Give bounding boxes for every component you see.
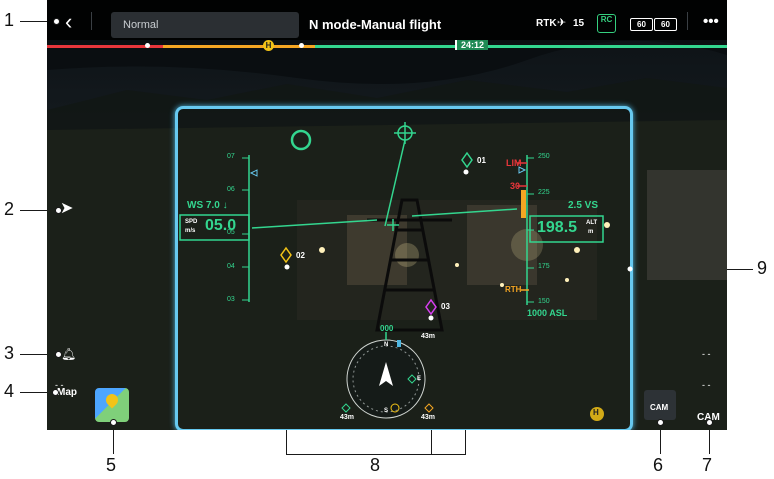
speed-label-bottom: m/s — [185, 228, 196, 234]
callout-7: 7 — [702, 455, 713, 475]
distance-right: 43m — [421, 414, 436, 421]
distance-left: 43m — [340, 414, 355, 421]
left-tick-04: 04 — [227, 263, 235, 270]
home-badge: H — [593, 408, 599, 417]
callout-3-dot — [55, 351, 62, 358]
vertical-speed: 2.5 VS — [568, 200, 599, 211]
left-tick-06: 06 — [227, 186, 235, 193]
compass-north: N — [384, 342, 389, 348]
altitude-value: 198.5 — [537, 219, 578, 236]
compass-east: E — [417, 376, 422, 382]
asl-altitude: 1000 ASL — [527, 308, 568, 318]
waypoint-02-label[interactable]: 02 — [296, 251, 305, 260]
callout-1: 1 — [4, 10, 15, 30]
right-tick-175: 175 — [538, 263, 550, 270]
altitude-label-bottom: m — [588, 229, 594, 235]
hud-overlay — [179, 122, 633, 421]
altitude-label-top: ALT — [586, 220, 598, 226]
left-tick-07: 07 — [227, 153, 235, 160]
rth-label: RTH — [505, 285, 522, 294]
left-tick-03: 03 — [227, 296, 235, 303]
lim-label: LIM — [506, 158, 522, 168]
callout-2-dot — [55, 207, 62, 214]
callout-5: 5 — [106, 455, 117, 475]
camera-view[interactable]: ‹ Normal N mode-Manual flight RTK ✈ 15 R… — [47, 0, 727, 430]
distance-top: 43m — [421, 333, 436, 340]
waypoint-01-label[interactable]: 01 — [477, 156, 486, 165]
heading-value: 000 — [380, 324, 394, 333]
callout-8-line-h — [286, 454, 466, 455]
speed-label-top: SPD — [185, 219, 198, 225]
right-tick-150: 150 — [538, 298, 550, 305]
callout-6: 6 — [653, 455, 664, 475]
compass-south: S — [384, 408, 389, 414]
callout-6-dot — [657, 419, 664, 426]
speed-value: 05.0 — [205, 217, 237, 234]
right-marker-30: 30 — [510, 181, 521, 191]
callout-1-dot — [53, 18, 60, 25]
callout-7-dot — [706, 419, 713, 426]
wind-speed: WS 7.0 ↓ — [187, 200, 228, 211]
callout-3: 3 — [4, 343, 15, 363]
callout-4: 4 — [4, 381, 15, 401]
callout-8: 8 — [370, 455, 381, 475]
waypoint-03-label[interactable]: 03 — [441, 302, 450, 311]
right-tick-225: 225 — [538, 189, 550, 196]
callout-2: 2 — [4, 199, 15, 219]
callout-4-dot — [52, 389, 59, 396]
callout-5-dot — [110, 419, 117, 426]
right-tick-250: 250 — [538, 153, 550, 160]
callout-9: 9 — [757, 258, 768, 278]
